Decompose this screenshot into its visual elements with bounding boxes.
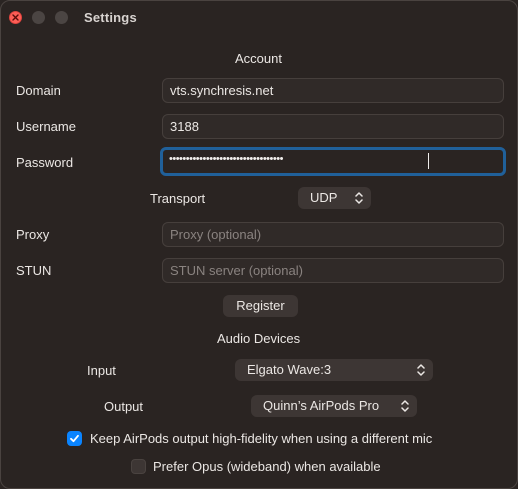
prefer-opus-label[interactable]: Prefer Opus (wideband) when available — [153, 459, 381, 474]
text-caret — [428, 153, 429, 169]
chevron-up-down-icon — [401, 400, 409, 412]
chevron-up-down-icon — [355, 192, 363, 204]
account-heading: Account — [235, 51, 282, 66]
window-title: Settings — [84, 10, 137, 25]
transport-popup[interactable]: UDP — [298, 187, 371, 209]
proxy-field[interactable] — [162, 222, 504, 247]
title-bar[interactable]: Settings — [1, 1, 517, 37]
close-button[interactable] — [9, 11, 22, 24]
checkmark-icon — [70, 434, 79, 443]
input-device-popup[interactable]: Elgato Wave:3 — [235, 359, 433, 381]
transport-value: UDP — [310, 190, 338, 205]
password-label: Password — [16, 155, 74, 170]
chevron-up-down-icon — [417, 364, 425, 376]
username-label: Username — [16, 119, 76, 134]
input-device-value: Elgato Wave:3 — [247, 362, 332, 377]
proxy-label: Proxy — [16, 227, 50, 242]
prefer-opus-checkbox[interactable] — [131, 459, 146, 474]
register-button[interactable]: Register — [223, 295, 298, 317]
audio-devices-heading: Audio Devices — [217, 331, 301, 346]
stun-label: STUN — [16, 263, 52, 278]
settings-window: Settings Account Domain Username Passwor… — [0, 0, 518, 489]
minimize-button[interactable] — [32, 11, 45, 24]
domain-label: Domain — [16, 83, 61, 98]
username-field[interactable] — [162, 114, 504, 139]
output-device-popup[interactable]: Quinn’s AirPods Pro — [251, 395, 417, 417]
output-device-value: Quinn’s AirPods Pro — [263, 398, 380, 413]
keep-hifi-label[interactable]: Keep AirPods output high-fidelity when u… — [90, 431, 432, 446]
input-label: Input — [87, 363, 116, 378]
keep-hifi-checkbox[interactable] — [67, 431, 82, 446]
output-label: Output — [104, 399, 144, 414]
close-icon — [12, 14, 19, 21]
zoom-button[interactable] — [55, 11, 68, 24]
domain-field[interactable] — [162, 78, 504, 103]
transport-label: Transport — [150, 191, 206, 206]
password-field[interactable] — [160, 147, 506, 176]
stun-field[interactable] — [162, 258, 504, 283]
